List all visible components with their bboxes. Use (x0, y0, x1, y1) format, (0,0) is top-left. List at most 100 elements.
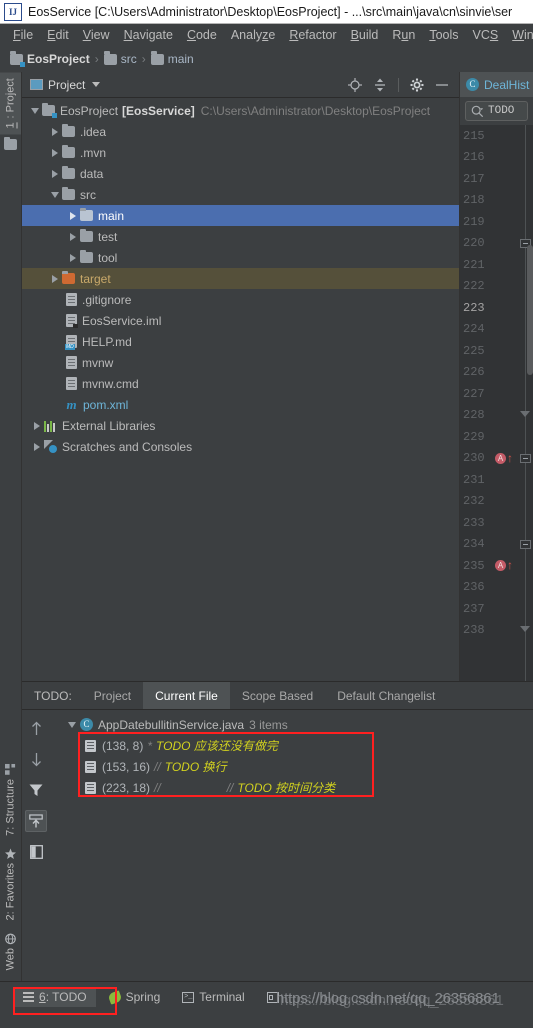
expand-arrow-icon[interactable] (48, 191, 62, 198)
tree-row-help-md[interactable]: HELP.md (22, 331, 459, 352)
statusbar-button-spring[interactable]: Spring (100, 987, 170, 1007)
tree-row-scratches-and-consoles[interactable]: Scratches and Consoles (22, 436, 459, 457)
tree-row-gitignore[interactable]: .gitignore (22, 289, 459, 310)
tree-row-tool[interactable]: tool (22, 247, 459, 268)
expand-arrow-icon[interactable] (66, 253, 80, 262)
fold-marker-icon[interactable] (520, 539, 531, 549)
project-panel-title[interactable]: Project (30, 78, 101, 92)
expand-arrow-icon[interactable] (30, 421, 44, 430)
tree-row-idea[interactable]: .idea (22, 121, 459, 142)
tree-row-mvnw-cmd[interactable]: mvnw.cmd (22, 373, 459, 394)
expand-arrow-icon[interactable] (48, 169, 62, 178)
breadcrumb-item-project[interactable]: EosProject (10, 51, 90, 67)
preview-icon[interactable] (25, 841, 47, 863)
expand-arrow-icon[interactable] (30, 442, 44, 451)
menu-build[interactable]: Build (344, 24, 386, 46)
spring-leaf-icon (107, 989, 123, 1005)
tree-row-pom-xml[interactable]: m pom.xml (22, 394, 459, 415)
chevron-down-icon[interactable] (92, 82, 101, 87)
previous-occurrence-icon[interactable] (25, 717, 47, 739)
autoscroll-to-source-icon[interactable] (25, 810, 47, 832)
gutter-line: 228 (460, 405, 533, 427)
search-input[interactable]: TODO (465, 101, 528, 121)
todo-item-text: TODO 换行 (164, 760, 227, 774)
tree-label: test (98, 229, 118, 244)
expand-arrow-icon[interactable] (66, 232, 80, 241)
editor-tab-dealhist[interactable]: C DealHist (460, 72, 533, 97)
web-label: Web (4, 947, 17, 970)
tree-row-main[interactable]: main (22, 205, 459, 226)
toolwindow-button-web[interactable]: Web (0, 927, 21, 976)
tree-row-external-libraries[interactable]: External Libraries (22, 415, 459, 436)
tree-row-eosproject[interactable]: EosProject [EosService] C:\Users\Adminis… (22, 100, 459, 121)
fold-marker-icon[interactable] (520, 625, 531, 635)
todo-tab-scope-based[interactable]: Scope Based (230, 682, 325, 709)
expand-arrow-icon[interactable] (48, 127, 62, 136)
editor-tab-label: DealHist (484, 77, 530, 92)
tree-row-target[interactable]: target (22, 268, 459, 289)
expand-arrow-icon[interactable] (64, 721, 80, 728)
tree-label: Scratches and Consoles (62, 439, 193, 454)
override-method-marker[interactable]: A ↑ (495, 450, 513, 465)
tree-label: target (80, 271, 111, 286)
gutter-line: 229 (460, 426, 533, 448)
expand-arrow-icon[interactable] (66, 211, 80, 220)
collapse-all-icon[interactable] (373, 78, 387, 92)
fold-marker-icon[interactable] (520, 410, 531, 420)
breadcrumb-item-src[interactable]: src (103, 51, 137, 66)
fold-marker-icon[interactable] (520, 453, 531, 463)
todo-tab-default-changelist[interactable]: Default Changelist (325, 682, 447, 709)
filter-icon[interactable] (25, 779, 47, 801)
override-arrow-icon: ↑ (507, 450, 513, 465)
todo-tab-project[interactable]: Project (82, 682, 143, 709)
todo-item-comment-prefix: // (154, 759, 161, 774)
todo-file-node[interactable]: C AppDatebullitinService.java 3 items (50, 714, 533, 735)
menu-edit[interactable]: Edit (40, 24, 76, 46)
statusbar-button-todo[interactable]: 6: TODO (14, 987, 96, 1007)
settings-gear-icon[interactable] (410, 78, 424, 92)
menu-tools[interactable]: Tools (422, 24, 465, 46)
line-number: 232 (463, 494, 485, 509)
locate-icon[interactable] (348, 77, 362, 92)
editor-scrollbar-thumb[interactable] (527, 245, 533, 375)
minimize-icon[interactable] (435, 78, 449, 92)
statusbar-button-terminal[interactable]: >_ Terminal (173, 987, 253, 1007)
folder-icon (150, 51, 164, 65)
toolwindow-button-structure[interactable]: 7: Structure (0, 758, 21, 842)
tree-row-eosservice-iml[interactable]: EosService.iml (22, 310, 459, 331)
search-icon[interactable] (471, 105, 484, 118)
todo-item-row[interactable]: (153, 16) // TODO 换行 (50, 756, 533, 777)
todo-side-toolbar (22, 710, 50, 982)
menu-run[interactable]: Run (385, 24, 422, 46)
todo-item-icon (85, 781, 96, 794)
todo-tab-current-file[interactable]: Current File (143, 682, 230, 709)
tree-row-test[interactable]: test (22, 226, 459, 247)
menu-analyze[interactable]: Analyze (224, 24, 282, 46)
breadcrumb-item-main[interactable]: main (150, 51, 194, 66)
menu-navigate[interactable]: Navigate (117, 24, 180, 46)
expand-arrow-icon[interactable] (48, 274, 62, 283)
menu-code[interactable]: Code (180, 24, 224, 46)
todo-tree[interactable]: C AppDatebullitinService.java 3 items (1… (50, 710, 533, 982)
tree-row-mvnw[interactable]: mvnw (22, 352, 459, 373)
override-method-marker[interactable]: A ↑ (495, 559, 513, 572)
menu-window[interactable]: Window (505, 24, 533, 46)
tree-row-data[interactable]: data (22, 163, 459, 184)
todo-item-row[interactable]: (223, 18) // // TODO 按时间分类 (50, 777, 533, 798)
todo-tab-bar: TODO: Project Current File Scope Based D… (22, 682, 533, 710)
line-number-current: 223 (463, 300, 485, 315)
tree-row-src[interactable]: src (22, 184, 459, 205)
menu-view[interactable]: View (76, 24, 117, 46)
menu-vcs[interactable]: VCS (466, 24, 506, 46)
menu-file[interactable]: File (6, 24, 40, 46)
expand-arrow-icon[interactable] (28, 107, 42, 114)
todo-item-row[interactable]: (138, 8) * TODO 应该还没有做完 (50, 735, 533, 756)
toolwindow-button-project[interactable]: 1: Project (0, 72, 21, 135)
next-occurrence-icon[interactable] (25, 748, 47, 770)
toolwindow-button-favorites[interactable]: 2: Favorites (0, 842, 21, 926)
todo-list-icon (23, 992, 34, 1002)
menu-refactor[interactable]: Refactor (282, 24, 343, 46)
tree-row-mvn[interactable]: .mvn (22, 142, 459, 163)
globe-icon (5, 932, 16, 944)
expand-arrow-icon[interactable] (48, 148, 62, 157)
